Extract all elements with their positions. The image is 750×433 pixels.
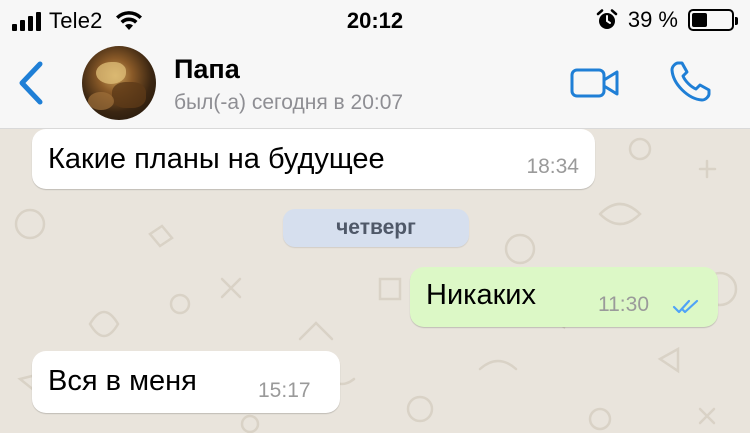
battery-percent: 39 %	[627, 7, 678, 32]
last-seen-status: был(-а) сегодня в 20:07	[174, 91, 404, 114]
avatar[interactable]	[82, 46, 156, 120]
video-camera-icon[interactable]	[570, 66, 620, 100]
message-time: 11:30	[598, 293, 649, 316]
status-bar: Tele2 20:12 39 %	[0, 0, 750, 40]
chat-area[interactable]: Какие планы на будущее 18:34 четверг Ник…	[0, 129, 750, 433]
status-right: 39 %	[596, 7, 738, 33]
chat-header: Папа был(-а) сегодня в 20:07	[0, 40, 750, 129]
message-text: Никаких	[426, 279, 536, 311]
message-text: Вся в меня	[48, 365, 197, 397]
contact-name[interactable]: Папа	[174, 54, 240, 85]
phone-icon[interactable]	[668, 60, 712, 104]
message-incoming[interactable]: Вся в меня 15:17	[32, 351, 340, 413]
double-check-icon	[672, 299, 699, 314]
battery-icon	[688, 9, 738, 31]
alarm-icon	[596, 9, 618, 29]
battery-fill	[692, 13, 707, 27]
message-incoming[interactable]: Какие планы на будущее 18:34	[32, 129, 595, 189]
message-text: Какие планы на будущее	[48, 143, 385, 175]
message-outgoing[interactable]: Никаких 11:30	[410, 267, 718, 327]
chevron-left-icon[interactable]	[14, 60, 48, 106]
message-time: 15:17	[258, 379, 311, 402]
date-separator: четверг	[283, 209, 469, 247]
message-time: 18:34	[526, 155, 579, 178]
